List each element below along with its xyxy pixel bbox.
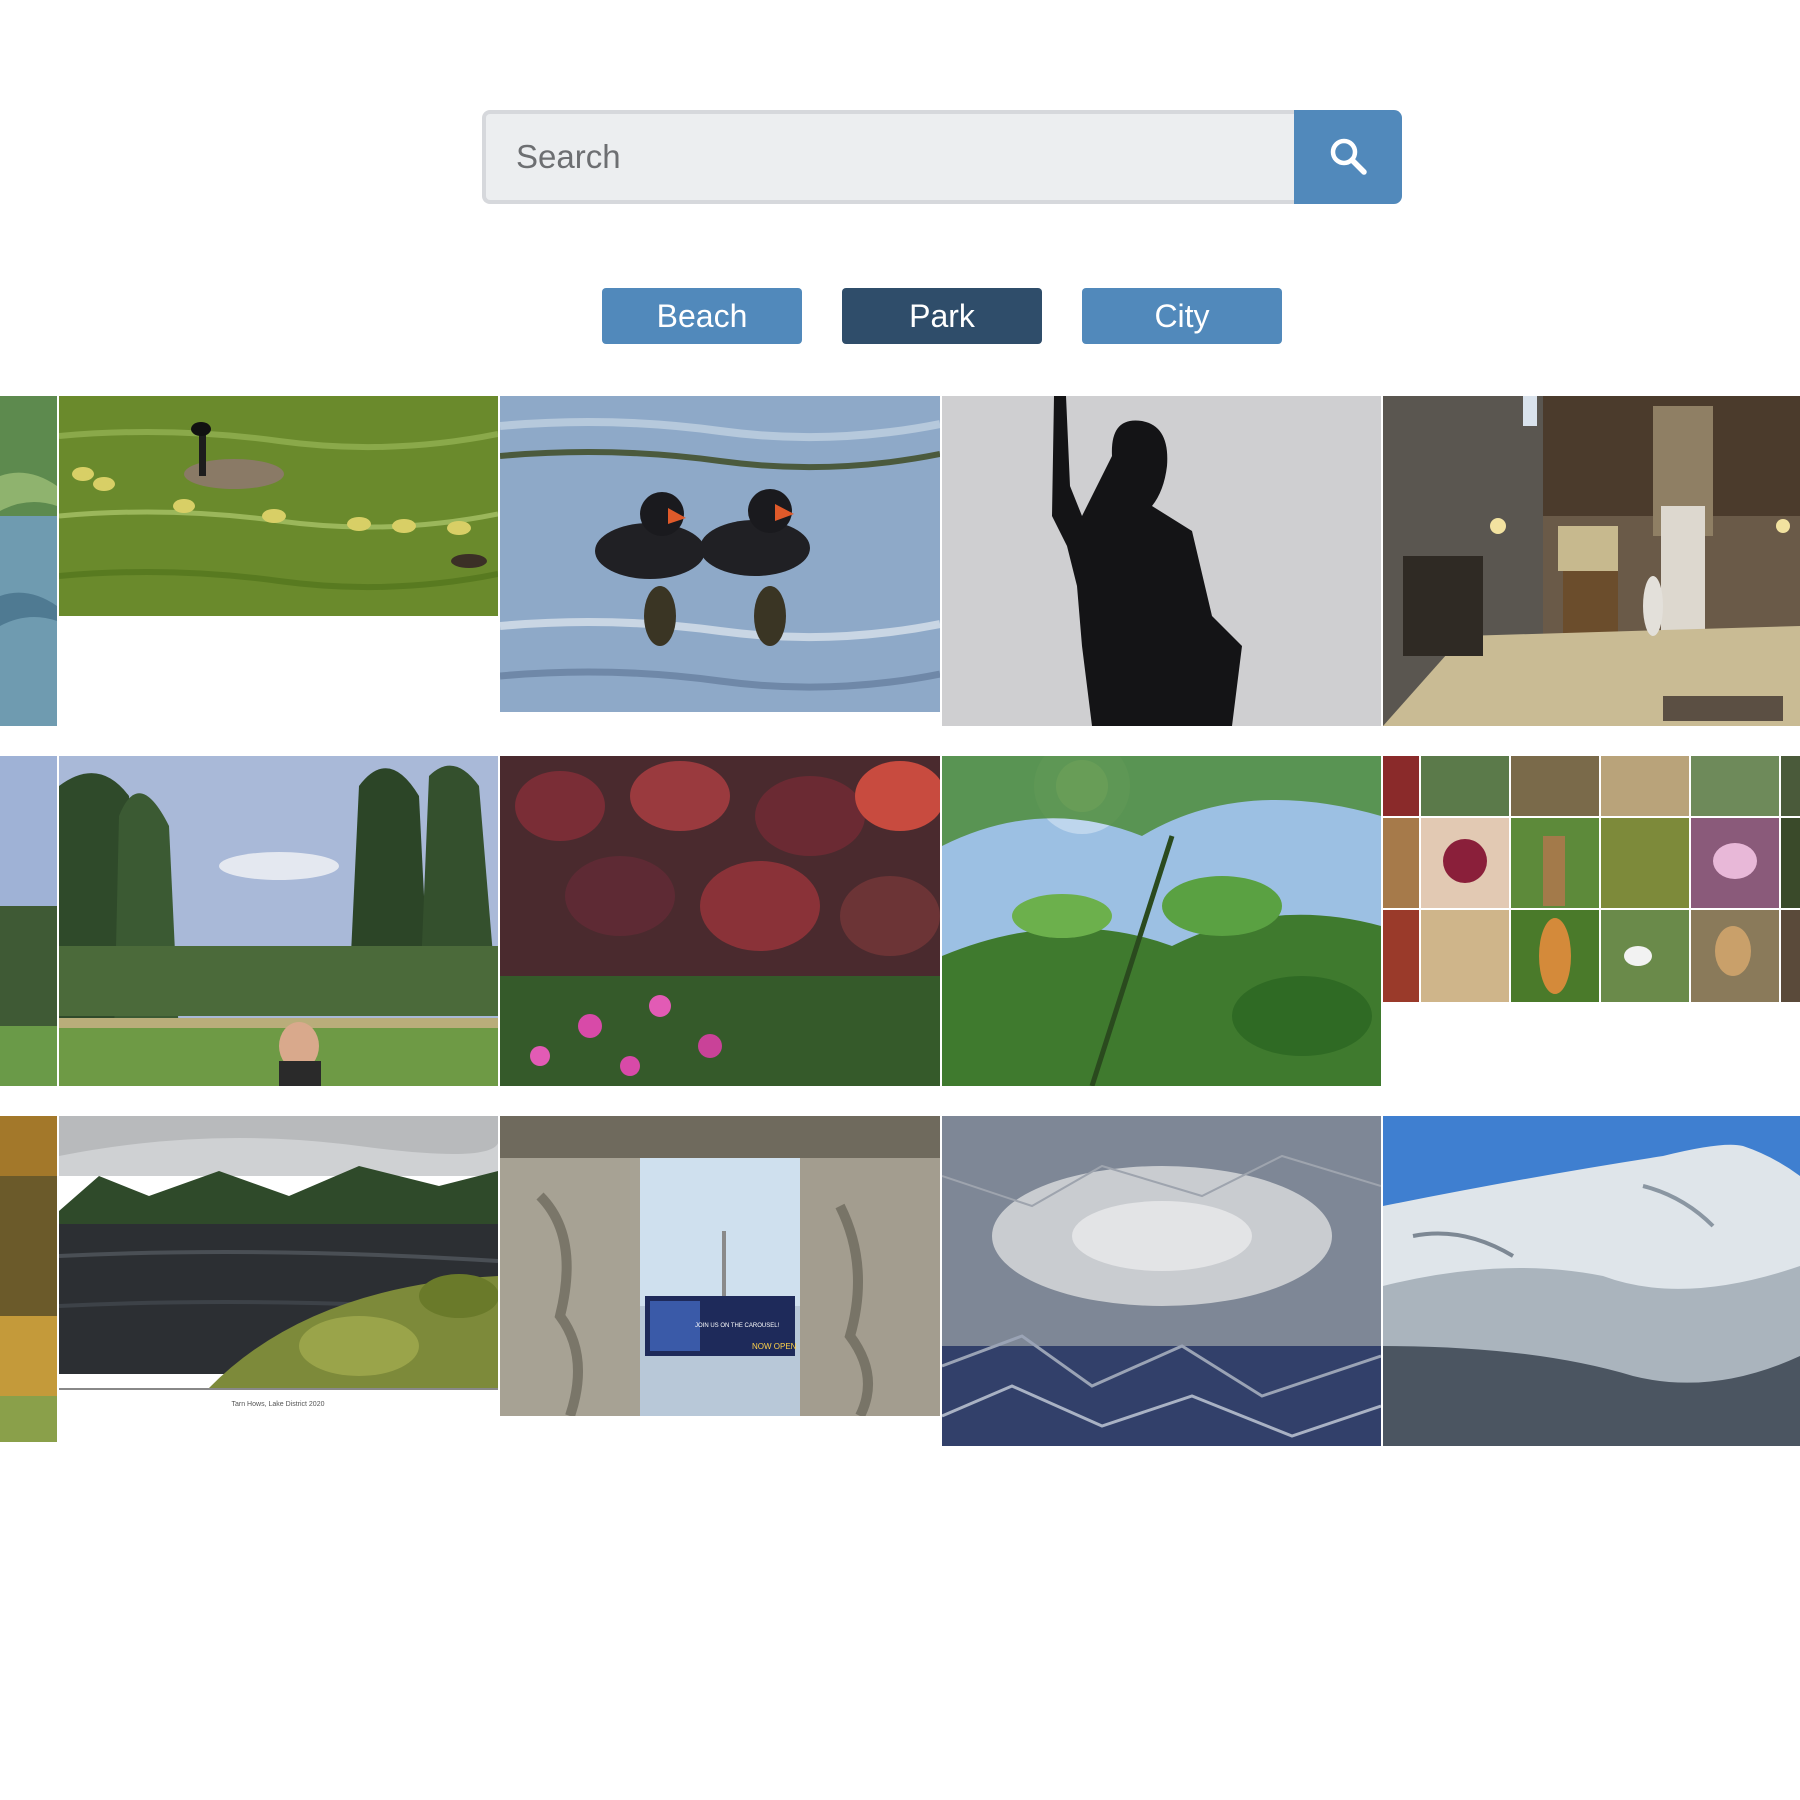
photo-left-edge-park[interactable]	[0, 756, 57, 1086]
search-bar	[482, 110, 1402, 204]
search-button[interactable]	[1294, 110, 1402, 204]
photo-tarn-lake-landscape[interactable]: Tarn Hows, Lake District 2020	[59, 1116, 498, 1416]
photo-snowy-mountain[interactable]	[1383, 1116, 1800, 1446]
sign-text: NOW OPEN	[752, 1342, 797, 1351]
page: Beach Park City	[0, 0, 1800, 1800]
photo-frozen-ice-surface[interactable]	[942, 1116, 1381, 1446]
photo-coot-chicks-swimming[interactable]	[500, 396, 940, 712]
photo-caption: Tarn Hows, Lake District 2020	[232, 1401, 325, 1408]
photo-left-edge-autumn[interactable]	[0, 1116, 57, 1442]
photo-park-collage[interactable]	[1383, 756, 1800, 1002]
photo-stone-hall-interior[interactable]	[1383, 396, 1800, 726]
photo-sunlit-green-leaves[interactable]	[942, 756, 1381, 1086]
photo-left-edge-water[interactable]	[0, 396, 57, 726]
filter-beach-button[interactable]: Beach	[602, 288, 802, 344]
search-icon	[1328, 136, 1368, 179]
photo-stone-window-view[interactable]: JOIN US ON THE CAROUSEL! NOW OPEN	[500, 1116, 940, 1416]
photo-red-leaves-pink-flowers[interactable]	[500, 756, 940, 1086]
search-input[interactable]	[482, 110, 1294, 204]
photo-statue-silhouette[interactable]	[942, 396, 1381, 726]
filter-park-button[interactable]: Park	[842, 288, 1042, 344]
photo-poplar-trees-park[interactable]	[59, 756, 498, 1086]
filter-city-button[interactable]: City	[1082, 288, 1282, 344]
photo-geese-on-pond[interactable]	[59, 396, 498, 616]
filter-buttons: Beach Park City	[602, 288, 1322, 344]
banner-text: JOIN US ON THE CAROUSEL!	[695, 1323, 780, 1329]
